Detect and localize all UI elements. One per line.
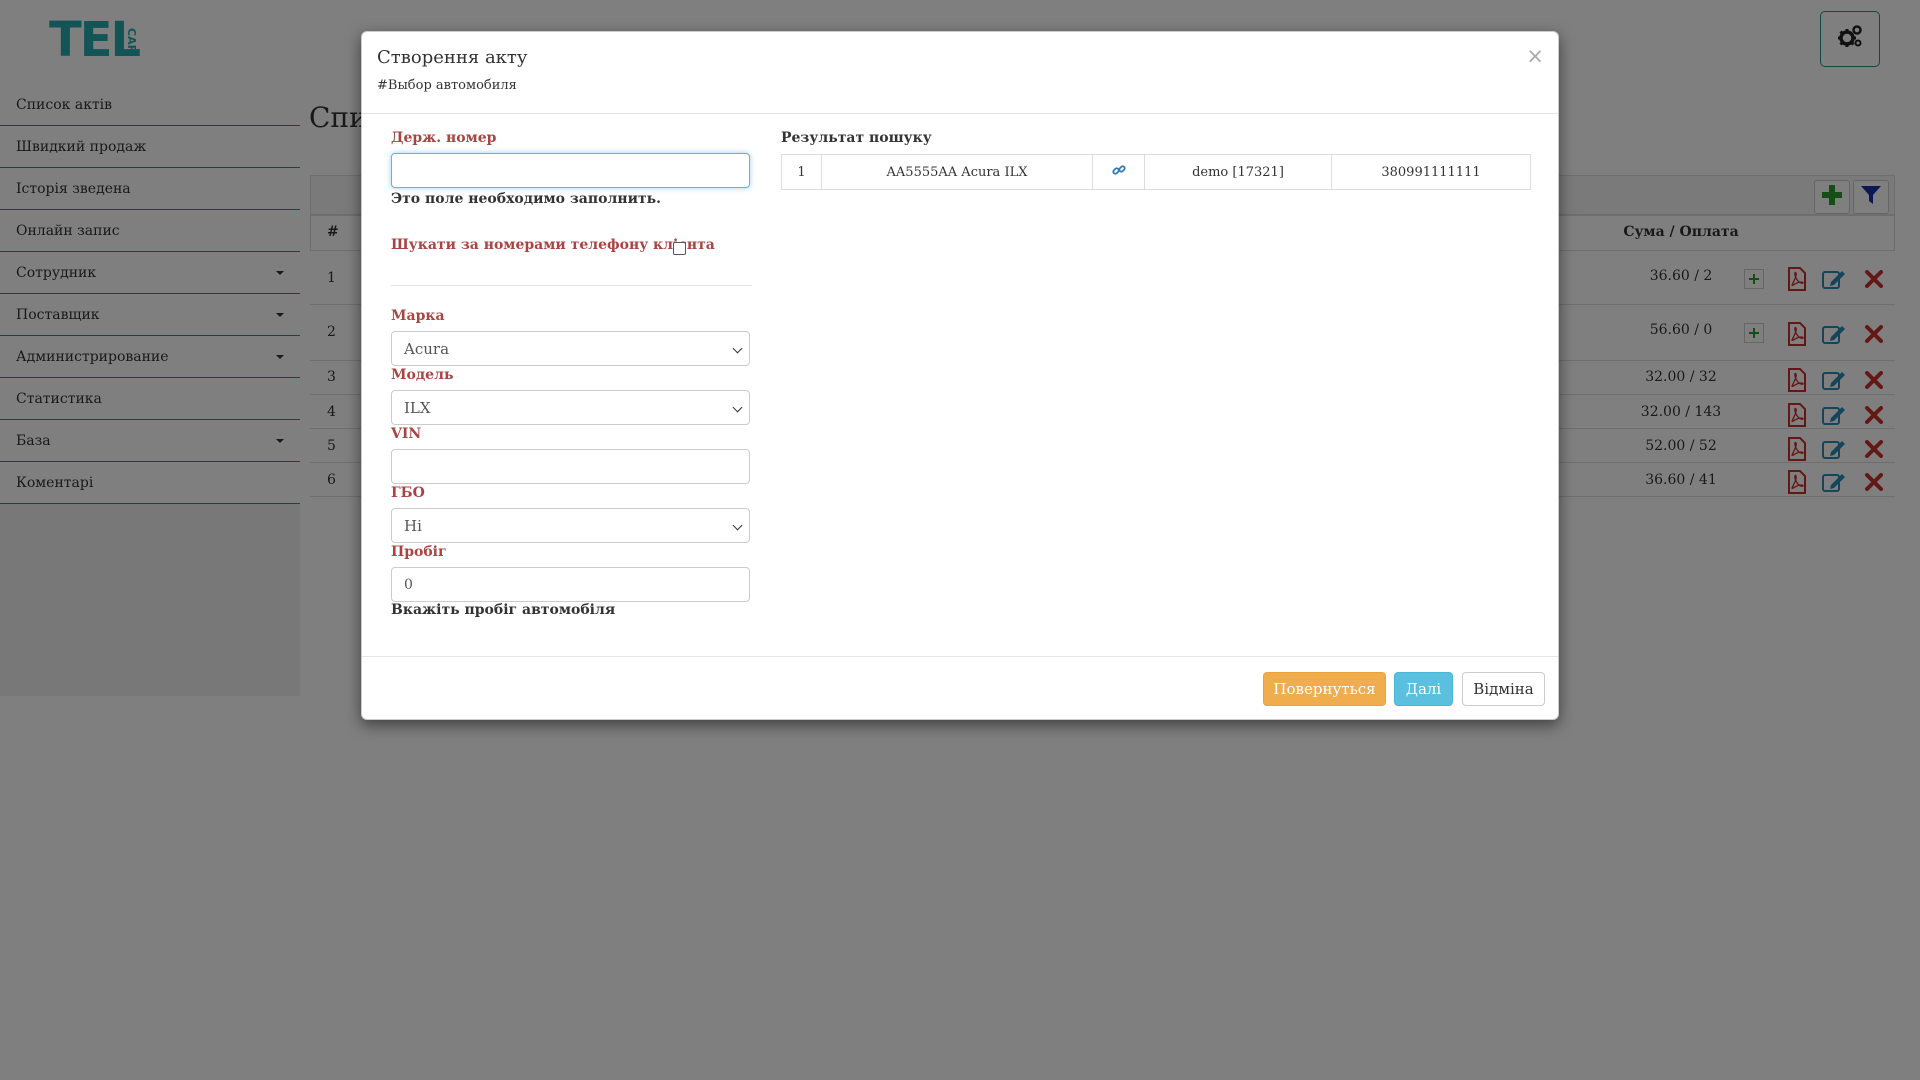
mileage-label: Пробіг [391,544,447,560]
phone-search-label: Шукати за номерами телефону клієнта [391,237,715,253]
plate-label: Держ. номер [391,130,497,146]
model-select-value: ILX [404,398,431,417]
divider [391,285,752,286]
search-result-title: Результат пошуку [781,130,932,146]
result-car: AA5555AA Acura ILX [821,154,1093,190]
vin-input[interactable] [391,449,750,484]
chevron-down-icon [732,520,743,531]
model-label: Модель [391,367,454,383]
search-result-row[interactable]: 1 AA5555AA Acura ILX demo [17321] 380991… [781,154,1531,190]
chevron-down-icon [732,343,743,354]
plate-number-input[interactable] [391,153,750,188]
mileage-input[interactable] [391,567,750,602]
result-link[interactable] [1092,154,1145,190]
modal-header: Створення акту #Выбор автомобиля × [362,32,1558,114]
plate-error-message: Это поле необходимо заполнить. [391,191,662,207]
search-result-table: 1 AA5555AA Acura ILX demo [17321] 380991… [781,154,1531,190]
brand-select-value: Acura [404,339,450,358]
brand-label: Марка [391,308,445,324]
result-num: 1 [781,154,822,190]
gbo-select[interactable]: Ні [391,508,750,543]
gbo-label: ГБО [391,485,425,501]
modal-title: Створення акту [377,47,528,68]
brand-select[interactable]: Acura [391,331,750,366]
phone-search-checkbox[interactable] [673,242,686,255]
modal-footer-divider [362,656,1558,657]
vin-label: VIN [391,426,422,442]
cancel-button[interactable]: Відміна [1462,672,1545,706]
link-icon[interactable] [1111,165,1126,181]
modal-subtitle: #Выбор автомобиля [377,78,517,93]
next-button[interactable]: Далі [1394,672,1453,706]
create-act-modal: Створення акту #Выбор автомобиля × Держ.… [361,31,1559,720]
back-button[interactable]: Повернуться [1263,672,1386,706]
model-select[interactable]: ILX [391,390,750,425]
mileage-hint: Вкажіть пробіг автомобіля [391,602,616,618]
close-icon[interactable]: × [1526,44,1544,68]
chevron-down-icon [732,402,743,413]
result-phone: 380991111111 [1331,154,1531,190]
result-owner: demo [17321] [1144,154,1332,190]
gbo-select-value: Ні [404,516,422,535]
